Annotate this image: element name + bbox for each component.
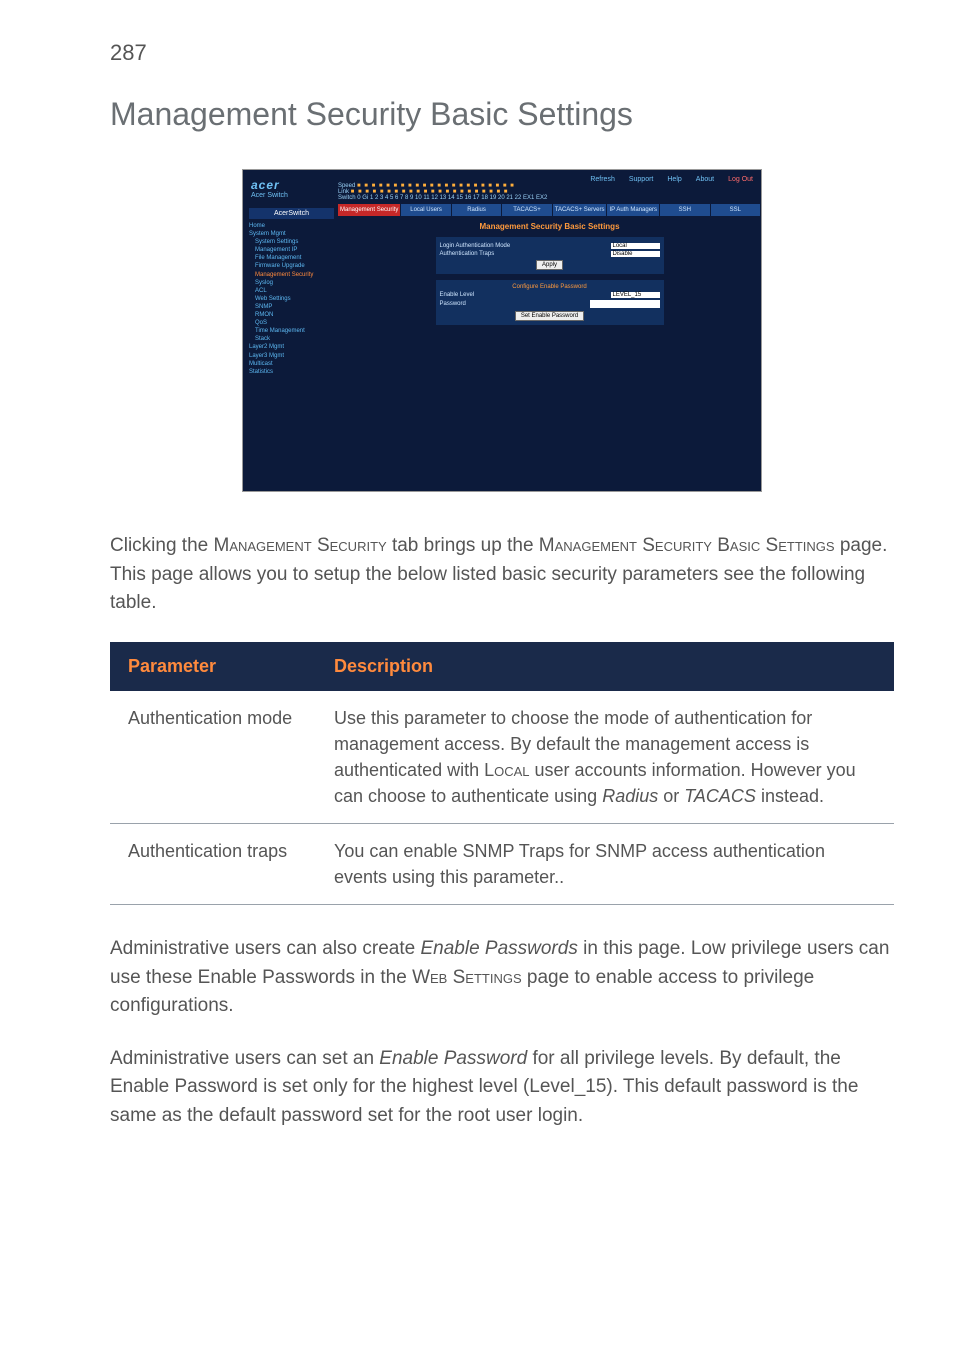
toplink-logout[interactable]: Log Out [728,176,753,183]
apply-button[interactable]: Apply [536,260,563,270]
sidebar-item[interactable]: Stack [249,335,334,343]
auth-mode-select[interactable]: Local [611,243,660,249]
sidebar-item[interactable]: QoS [249,319,334,327]
sidebar-item[interactable]: RMON [249,311,334,319]
para-enable-password-levels: Administrative users can set an Enable P… [110,1045,894,1131]
auth-settings-form: Login Authentication Mode Local Authenti… [436,237,664,274]
desc-cell: You can enable SNMP Traps for SNMP acces… [316,823,894,904]
sidebar-item[interactable]: Statistics [249,368,334,376]
screenshot-heading: Management Security Basic Settings [338,216,761,237]
sidebar-item[interactable]: SNMP [249,303,334,311]
desc-cell: Use this parameter to choose the mode of… [316,691,894,824]
tab-tacacs-servers[interactable]: TACACS+ Servers [553,204,608,216]
toplink-refresh[interactable]: Refresh [590,176,615,183]
sidebar-item[interactable]: Home [249,222,334,230]
password-input[interactable] [590,300,660,308]
port-row-labels: Switch 0 Gi 1 2 3 4 5 6 7 8 9 10 11 12 1… [338,195,753,201]
sidebar-item[interactable]: Web Settings [249,295,334,303]
sidebar-item[interactable]: Syslog [249,279,334,287]
sidebar-item[interactable]: File Management [249,254,334,262]
table-row: Authentication traps You can enable SNMP… [110,823,894,904]
table-header-parameter: Parameter [110,642,316,691]
set-enable-password-button[interactable]: Set Enable Password [515,311,584,321]
enable-level-select[interactable]: LEVEL_15 [611,292,660,298]
sidebar-item[interactable]: ACL [249,287,334,295]
para-enable-passwords: Administrative users can also create Ena… [110,935,894,1021]
sidebar-item[interactable]: System Mgmt [249,230,334,238]
auth-traps-label: Authentication Traps [440,251,495,257]
param-cell: Authentication traps [110,823,316,904]
page-title: Management Security Basic Settings [110,96,894,133]
sidebar-item-active[interactable]: Management Security [249,271,334,279]
tab-ip-auth-managers[interactable]: IP Auth Managers [607,204,660,216]
enable-level-label: Enable Level [440,292,475,298]
tab-ssh[interactable]: SSH [660,204,710,216]
intro-paragraph: Clicking the Management Security tab bri… [110,532,894,618]
sidebar-item[interactable]: System Settings [249,238,334,246]
auth-traps-select[interactable]: Disable [611,251,660,257]
tab-radius[interactable]: Radius [452,204,502,216]
screenshot-figure: acer Acer Switch Refresh Support Help Ab… [110,169,894,492]
password-label: Password [440,301,466,307]
toplink-support[interactable]: Support [629,176,654,183]
sidebar-item[interactable]: Time Management [249,327,334,335]
sidebar-item[interactable]: Firmware Upgrade [249,262,334,270]
auth-mode-label: Login Authentication Mode [440,243,511,249]
sidebar-item[interactable]: Multicast [249,360,334,368]
table-row: Authentication mode Use this parameter t… [110,691,894,824]
logo-subtext: Acer Switch [251,192,288,199]
enable-password-subhead: Configure Enable Password [440,284,660,290]
toplink-help[interactable]: Help [667,176,681,183]
param-cell: Authentication mode [110,691,316,824]
enable-password-form: Configure Enable Password Enable Level L… [436,280,664,325]
tab-management-security[interactable]: Management Security [338,204,401,216]
tab-ssl[interactable]: SSL [711,204,761,216]
sidebar-item[interactable]: Management IP [249,246,334,254]
logo-text: acer [251,178,288,192]
table-header-description: Description [316,642,894,691]
toplink-about[interactable]: About [696,176,714,183]
tab-tacacs[interactable]: TACACS+ [502,204,552,216]
sidebar-item[interactable]: Layer3 Mgmt [249,352,334,360]
sidebar-item[interactable]: Layer2 Mgmt [249,343,334,351]
tab-local-users[interactable]: Local Users [401,204,451,216]
page-number: 287 [110,40,894,66]
parameter-table: Parameter Description Authentication mod… [110,642,894,906]
sidebar-title: AcerSwitch [249,208,334,219]
